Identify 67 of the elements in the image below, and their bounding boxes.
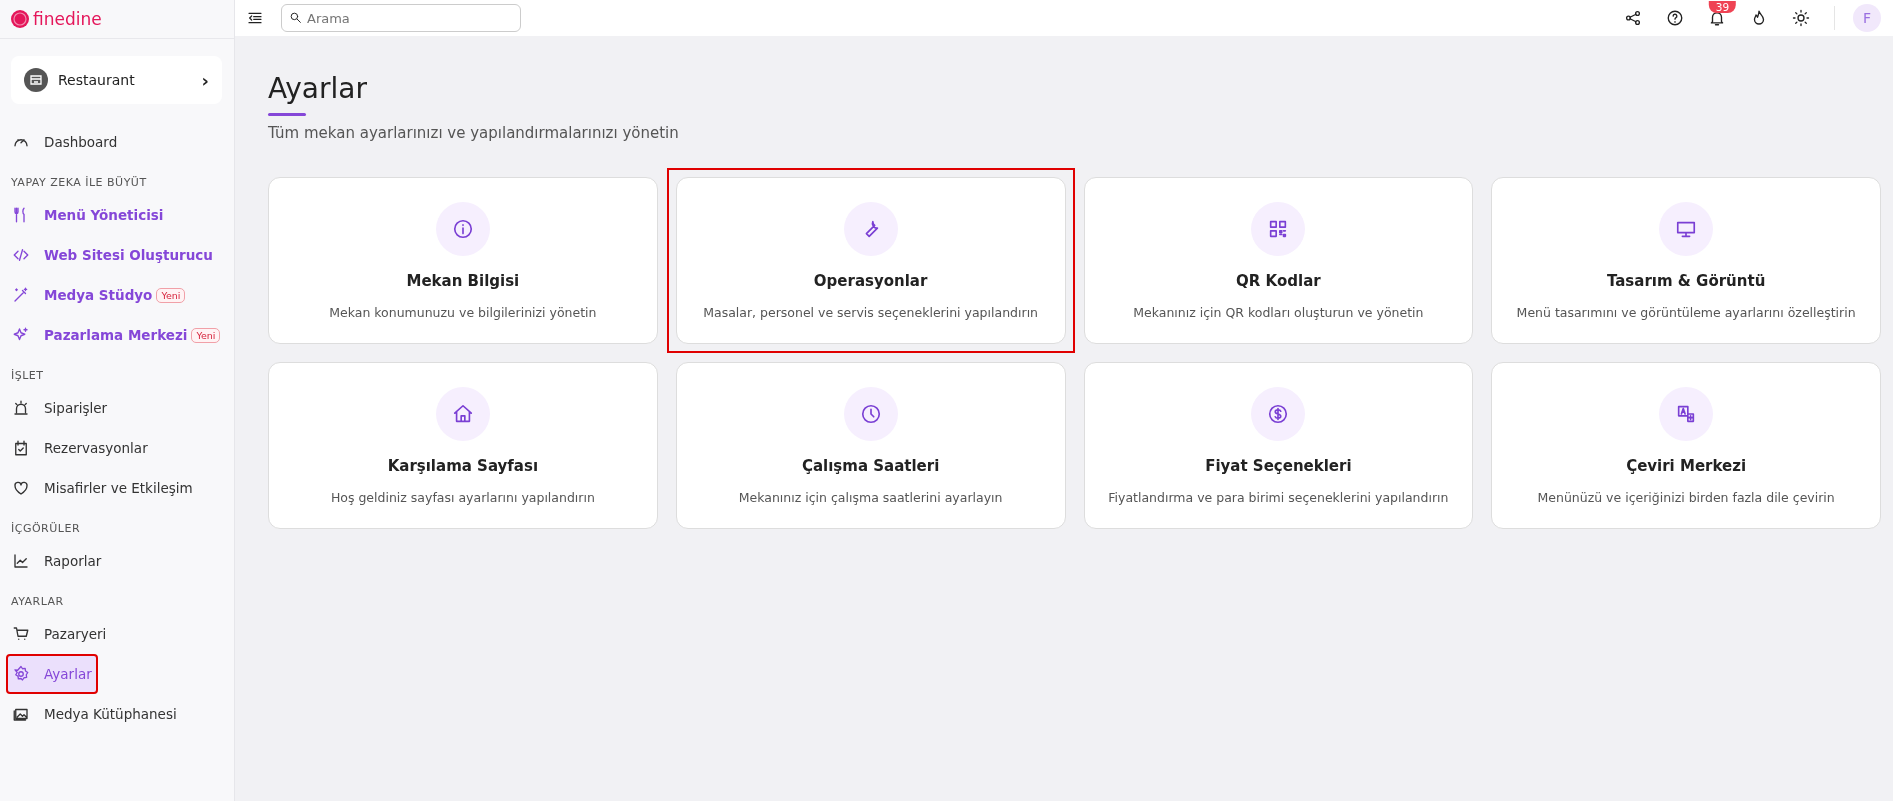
card-title: Mekan Bilgisi — [406, 271, 520, 290]
settings-card[interactable]: Çalışma Saatleri Mekanınız için çalışma saatlerini ayarlayın — [675, 362, 1066, 529]
card-title: Fiyat Seçenekleri — [1205, 456, 1352, 475]
card-description: Menü tasarımını ve görüntüleme ayarlarını özelleştirin — [1516, 304, 1856, 320]
clock-icon — [859, 402, 882, 425]
card-description: Hoş geldiniz sayfası ayarlarını yapılandırın — [330, 489, 595, 505]
card-description: Mekanınız için QR kodları oluşturun ve yönetin — [1133, 304, 1424, 320]
settings-card[interactable]: Karşılama Sayfası Hoş geldiniz sayfası ayarlarını yapılandırın — [268, 362, 658, 529]
nav-item[interactable]: Pazarlama Merkezi Yeni — [6, 315, 227, 355]
dollar-icon — [1267, 402, 1290, 425]
nav-item[interactable]: Pazaryeri — [6, 614, 113, 654]
section-heading: İŞLET — [11, 369, 45, 382]
venue-selector[interactable]: Restaurant › — [11, 56, 222, 104]
page-subtitle: Tüm mekan ayarlarınızı ve yapılandırmalarınızı yönetin — [268, 124, 680, 142]
card-title: Operasyonlar — [813, 271, 928, 290]
section-heading: İÇGÖRÜLER — [11, 522, 82, 535]
calendar-check-icon — [12, 439, 30, 457]
magic-wand-icon — [12, 286, 30, 304]
notification-count: 39 — [1708, 1, 1737, 13]
share-icon[interactable] — [1624, 9, 1642, 27]
chevron-icon: › — [201, 69, 209, 91]
store-icon — [24, 68, 48, 92]
nav-item[interactable]: Medya Kütüphanesi — [6, 694, 183, 734]
settings-card[interactable]: Fiyat Seçenekleri Fiyatlandırma ve para birimi seçeneklerini yapılandırın — [1083, 362, 1474, 529]
logo-icon — [10, 9, 30, 29]
menu-icon[interactable] — [247, 10, 263, 26]
card-title: Çalışma Saatleri — [801, 456, 940, 475]
card-description: Menünüzü ve içeriğinizi birden fazla dile çevirin — [1537, 489, 1835, 505]
search-field[interactable]: Arama — [281, 4, 521, 32]
nav-item[interactable]: Web Sitesi Oluşturucu — [6, 235, 219, 275]
new-badge: Yeni — [156, 287, 186, 303]
section-heading: YAPAY ZEKA İLE BÜYÜT — [11, 176, 148, 189]
card-description: Mekan konumunuzu ve bilgilerinizi yönetin — [329, 304, 597, 320]
heart-icon — [12, 479, 30, 497]
nav-item[interactable]: Menü Yöneticisi — [6, 195, 170, 235]
line-chart-icon — [12, 552, 30, 570]
card-title: Karşılama Sayfası — [387, 456, 539, 475]
settings-card[interactable]: QR Kodlar Mekanınız için QR kodları oluşturun ve yönetin — [1083, 177, 1474, 344]
sun-icon[interactable] — [1792, 9, 1810, 27]
section-heading: AYARLAR — [11, 595, 65, 608]
nav-item[interactable]: Ayarlar — [6, 654, 98, 694]
page-title: Ayarlar — [268, 72, 368, 105]
card-title: QR Kodlar — [1236, 271, 1321, 290]
help-icon[interactable] — [1666, 9, 1684, 27]
nav-item[interactable]: Medya Stüdyo Yeni — [6, 275, 192, 315]
settings-card[interactable]: Çeviri Merkezi Menünüzü ve içeriğinizi birden fazla dile çevirin — [1491, 362, 1881, 529]
nav-item[interactable]: Siparişler — [6, 388, 114, 428]
settings-card[interactable]: Mekan Bilgisi Mekan konumunuzu ve bilgilerinizi yönetin — [268, 177, 658, 344]
nav-item[interactable]: Misafirler ve Etkileşim — [6, 468, 199, 508]
settings-card[interactable]: Operasyonlar Masalar, personel ve servis seçeneklerini yapılandırın — [675, 177, 1066, 344]
brand-name: finedine — [33, 9, 102, 29]
nav-item[interactable]: Raporlar — [6, 541, 108, 581]
info-icon — [451, 217, 474, 240]
nav-item[interactable]: Rezervasyonlar — [6, 428, 154, 468]
cart-icon — [12, 625, 30, 643]
card-title: Çeviri Merkezi — [1626, 456, 1747, 475]
home-icon — [451, 402, 474, 425]
code-icon — [12, 246, 30, 264]
new-badge: Yeni — [191, 327, 221, 343]
nav-item[interactable]: Dashboard — [6, 122, 124, 162]
card-description: Fiyatlandırma ve para birimi seçeneklerini yapılandırın — [1108, 489, 1449, 505]
settings-card[interactable]: Tasarım & Görüntü Menü tasarımını ve görüntüleme ayarlarını özelleştirin — [1491, 177, 1881, 344]
card-description: Mekanınız için çalışma saatlerini ayarlayın — [738, 489, 1003, 505]
card-description: Masalar, personel ve servis seçeneklerini yapılandırın — [703, 304, 1039, 320]
card-title: Tasarım & Görüntü — [1606, 271, 1766, 290]
settings-icon — [12, 665, 30, 683]
bell-alarm-icon — [12, 399, 30, 417]
